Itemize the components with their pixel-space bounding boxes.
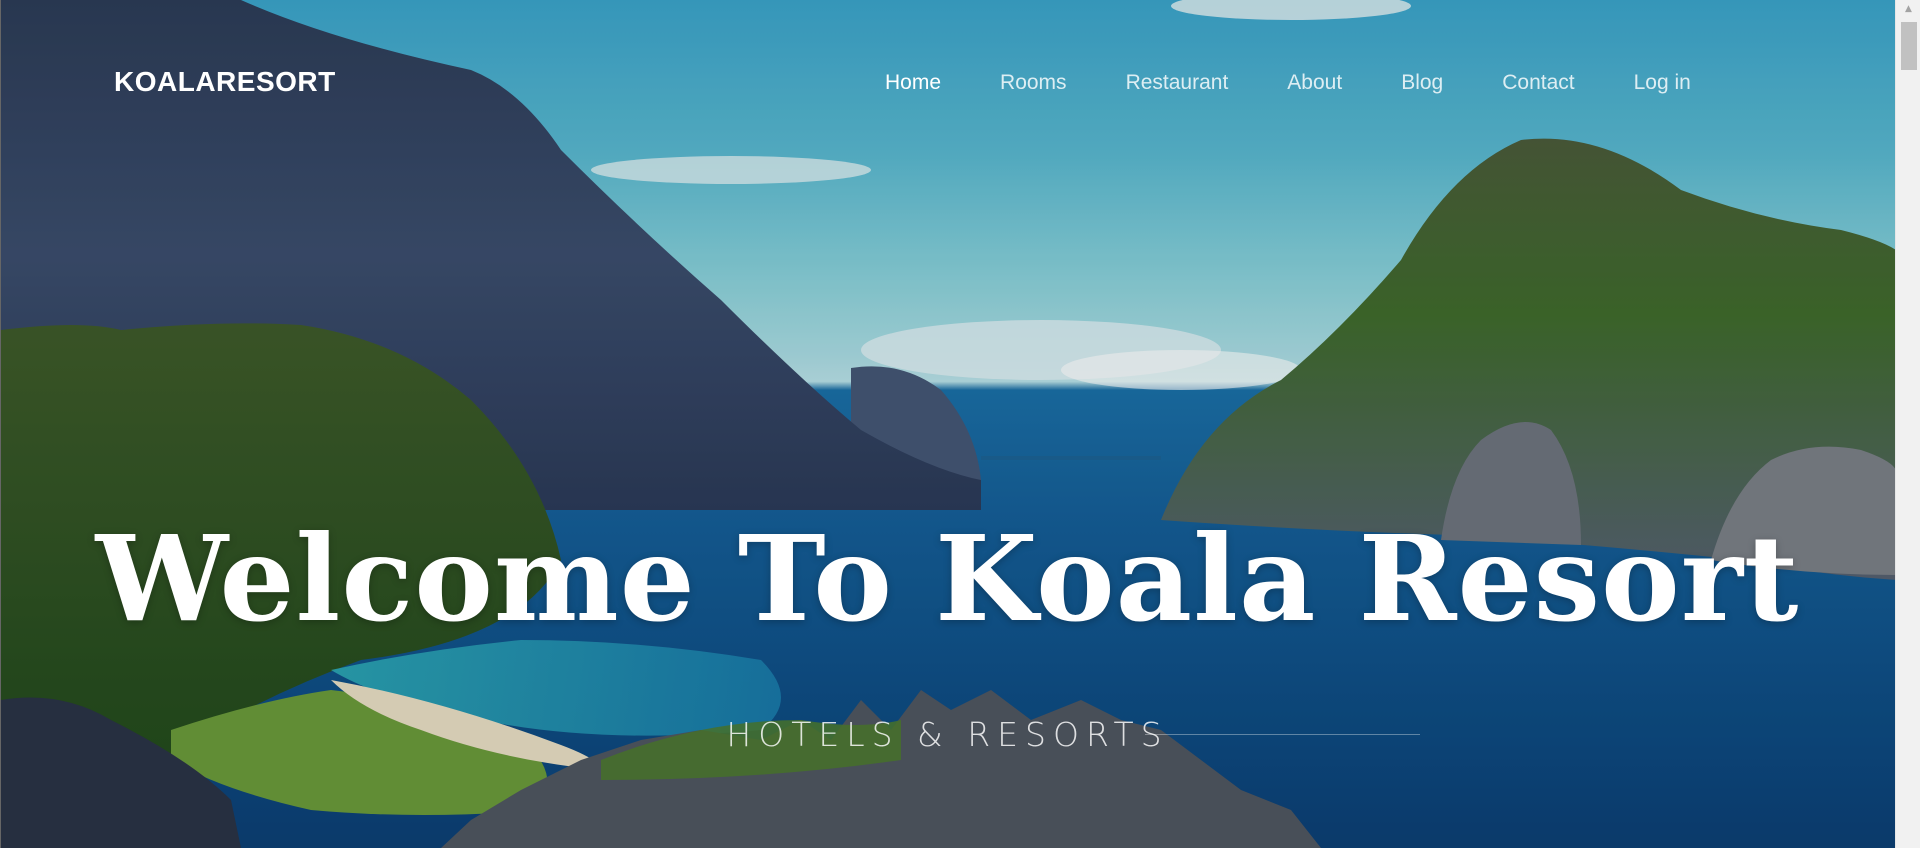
nav-home[interactable]: Home xyxy=(885,71,941,95)
hero-subtitle: HOTELS & RESORTS xyxy=(726,715,1169,754)
nav-contact[interactable]: Contact xyxy=(1502,71,1574,95)
nav-rooms[interactable]: Rooms xyxy=(1000,71,1067,95)
nav-restaurant[interactable]: Restaurant xyxy=(1126,71,1229,95)
subtitle-divider xyxy=(1145,734,1420,735)
vertical-scrollbar[interactable]: ▲ xyxy=(1895,0,1920,848)
nav-about[interactable]: About xyxy=(1287,71,1342,95)
nav-login[interactable]: Log in xyxy=(1634,71,1691,95)
chevron-up-icon[interactable]: ▲ xyxy=(1896,0,1920,18)
hero-title: Welcome To Koala Resort xyxy=(95,509,1800,648)
brand-logo[interactable]: KOALARESORT xyxy=(114,66,336,98)
nav-blog[interactable]: Blog xyxy=(1401,71,1443,95)
scrollbar-thumb[interactable] xyxy=(1901,22,1917,70)
main-nav: Home Rooms Restaurant About Blog Contact… xyxy=(885,71,1691,95)
